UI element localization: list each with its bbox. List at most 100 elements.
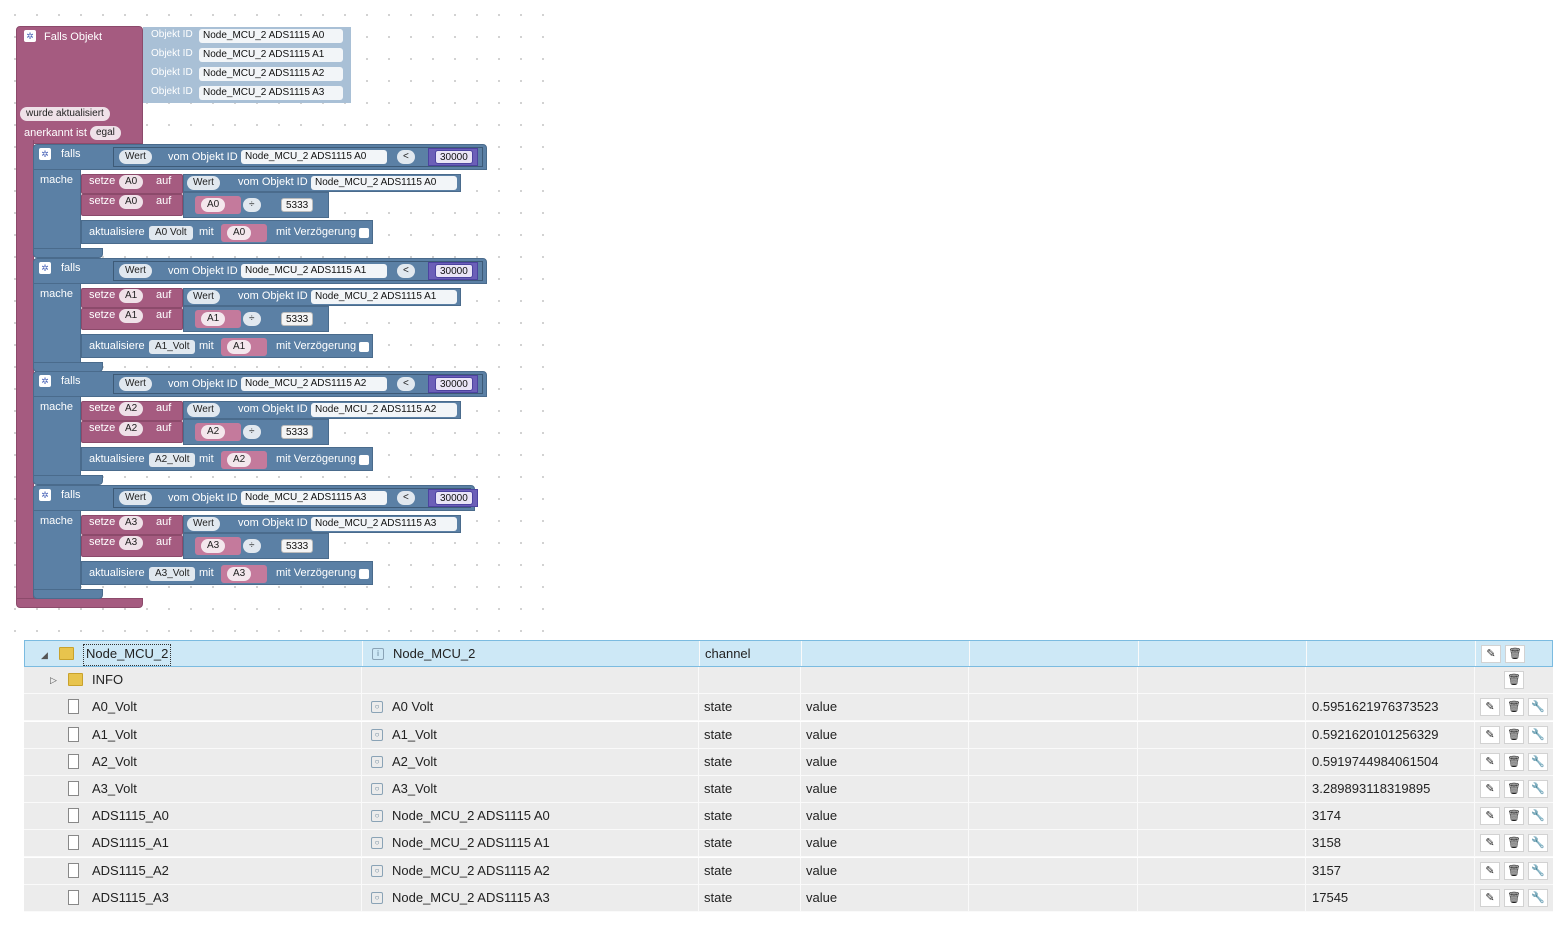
table-row[interactable]: ADS1115_A2 ○ Node_MCU_2 ADS1115 A2 state…: [24, 857, 1553, 885]
divisor-value[interactable]: 5333: [281, 539, 314, 553]
table-row[interactable]: A1_Volt ○ A1_Volt state value 0.59216201…: [24, 721, 1553, 749]
gear-icon[interactable]: ✲: [24, 30, 36, 42]
row-value[interactable]: 17545: [1312, 885, 1348, 911]
settings-button[interactable]: 🔧: [1528, 698, 1548, 717]
objekt-id-value[interactable]: Node_MCU_2 ADS1115 A1: [199, 48, 343, 62]
wert-dropdown[interactable]: Wert: [187, 290, 220, 304]
threshold-value[interactable]: 30000: [435, 491, 473, 505]
row-value[interactable]: 3174: [1312, 803, 1341, 829]
threshold-value[interactable]: 30000: [435, 377, 473, 391]
wert-dropdown[interactable]: Wert: [119, 264, 152, 278]
settings-button[interactable]: 🔧: [1528, 861, 1548, 880]
objekt-id-a3[interactable]: Objekt ID Node_MCU_2 ADS1115 A3: [143, 84, 351, 103]
table-row[interactable]: A2_Volt ○ A2_Volt state value 0.59197449…: [24, 748, 1553, 776]
delete-button[interactable]: 🗑: [1504, 752, 1524, 771]
wert-dropdown[interactable]: Wert: [187, 517, 220, 531]
var-dropdown[interactable]: A2: [119, 422, 144, 436]
objekt-id-value[interactable]: Node_MCU_2 ADS1115 A2: [199, 67, 343, 81]
collapse-triangle-icon[interactable]: ◢: [41, 642, 48, 668]
edit-button[interactable]: ✎: [1480, 861, 1500, 880]
var-get-dropdown[interactable]: A2: [201, 425, 226, 439]
target-dropdown[interactable]: A1_Volt: [149, 340, 196, 354]
var-get-dropdown[interactable]: A3: [227, 567, 252, 581]
wert-dropdown[interactable]: Wert: [187, 403, 220, 417]
objekt-id-a1[interactable]: Objekt ID Node_MCU_2 ADS1115 A1: [143, 46, 351, 65]
objekt-id-value[interactable]: Node_MCU_2 ADS1115 A3: [199, 86, 343, 100]
divide-dropdown[interactable]: ÷: [243, 312, 261, 326]
var-dropdown[interactable]: A0: [119, 195, 144, 209]
wert-dropdown[interactable]: Wert: [119, 377, 152, 391]
var-dropdown[interactable]: A2: [119, 402, 144, 416]
row-id[interactable]: ADS1115_A2: [92, 858, 169, 884]
delete-button[interactable]: 🗑: [1504, 725, 1524, 744]
wert-dropdown[interactable]: Wert: [119, 150, 152, 164]
condition-dropdown[interactable]: wurde aktualisiert: [20, 107, 110, 121]
delete-button[interactable]: 🗑: [1504, 780, 1524, 798]
edit-button[interactable]: ✎: [1480, 752, 1500, 771]
divide-dropdown[interactable]: ÷: [243, 539, 261, 553]
row-value[interactable]: 0.5951621976373523: [1312, 694, 1439, 720]
row-value[interactable]: 0.5919744984061504: [1312, 749, 1439, 775]
settings-button[interactable]: 🔧: [1528, 888, 1548, 907]
row-id[interactable]: ADS1115_A1: [92, 830, 169, 856]
delete-button[interactable]: 🗑: [1504, 807, 1524, 826]
var-get-dropdown[interactable]: A2: [227, 453, 252, 467]
oid-field[interactable]: Node_MCU_2 ADS1115 A1: [241, 264, 387, 278]
delay-checkbox[interactable]: [359, 228, 369, 238]
settings-button[interactable]: 🔧: [1528, 752, 1548, 771]
threshold-value[interactable]: 30000: [435, 150, 473, 164]
edit-button[interactable]: ✎: [1480, 725, 1500, 744]
row-id[interactable]: INFO: [92, 667, 123, 693]
delete-button[interactable]: 🗑: [1504, 698, 1524, 717]
settings-button[interactable]: 🔧: [1528, 807, 1548, 826]
wert-dropdown[interactable]: Wert: [187, 176, 220, 190]
row-id[interactable]: A2_Volt: [92, 749, 137, 775]
row-id[interactable]: ADS1115_A0: [92, 803, 169, 829]
operator-dropdown[interactable]: <: [397, 491, 415, 505]
delete-button[interactable]: 🗑: [1504, 888, 1524, 907]
var-get-dropdown[interactable]: A0: [227, 226, 252, 240]
var-get-dropdown[interactable]: A0: [201, 198, 226, 212]
var-get-dropdown[interactable]: A1: [201, 312, 226, 326]
table-row[interactable]: ADS1115_A0 ○ Node_MCU_2 ADS1115 A0 state…: [24, 803, 1553, 831]
objekt-id-value[interactable]: Node_MCU_2 ADS1115 A0: [199, 29, 343, 43]
table-row[interactable]: A3_Volt ○ A3_Volt state value 3.28989311…: [24, 776, 1553, 803]
delete-button[interactable]: 🗑: [1504, 671, 1524, 690]
wert-dropdown[interactable]: Wert: [119, 491, 152, 505]
var-dropdown[interactable]: A3: [119, 516, 144, 530]
objekt-id-a0[interactable]: Objekt ID Node_MCU_2 ADS1115 A0: [143, 27, 351, 46]
target-dropdown[interactable]: A0 Volt: [149, 226, 193, 240]
oid-field[interactable]: Node_MCU_2 ADS1115 A1: [311, 290, 457, 304]
table-row[interactable]: ▷ INFO 🗑: [24, 667, 1553, 695]
row-value[interactable]: 3158: [1312, 830, 1341, 856]
edit-button[interactable]: ✎: [1480, 780, 1500, 798]
operator-dropdown[interactable]: <: [397, 150, 415, 164]
delay-checkbox[interactable]: [359, 455, 369, 465]
row-value[interactable]: 0.5921620101256329: [1312, 722, 1439, 748]
settings-button[interactable]: 🔧: [1528, 780, 1548, 798]
settings-button[interactable]: 🔧: [1528, 725, 1548, 744]
var-dropdown[interactable]: A0: [119, 175, 144, 189]
var-dropdown[interactable]: A1: [119, 309, 144, 323]
divisor-value[interactable]: 5333: [281, 198, 314, 212]
row-id[interactable]: A3_Volt: [92, 776, 137, 802]
table-row[interactable]: ADS1115_A3 ○ Node_MCU_2 ADS1115 A3 state…: [24, 884, 1553, 912]
operator-dropdown[interactable]: <: [397, 377, 415, 391]
edit-button[interactable]: ✎: [1481, 645, 1501, 663]
divisor-value[interactable]: 5333: [281, 425, 314, 439]
table-row[interactable]: ADS1115_A1 ○ Node_MCU_2 ADS1115 A1 state…: [24, 830, 1553, 858]
delay-checkbox[interactable]: [359, 569, 369, 579]
var-get-dropdown[interactable]: A1: [227, 340, 252, 354]
divide-dropdown[interactable]: ÷: [243, 198, 261, 212]
edit-button[interactable]: ✎: [1480, 834, 1500, 853]
edit-button[interactable]: ✎: [1480, 807, 1500, 826]
edit-button[interactable]: ✎: [1480, 698, 1500, 717]
blockly-workspace[interactable]: ✲ Falls Objekt Objekt ID Node_MCU_2 ADS1…: [0, 0, 545, 636]
delete-button[interactable]: 🗑: [1504, 834, 1524, 853]
ack-dropdown[interactable]: egal: [90, 126, 121, 140]
var-dropdown[interactable]: A1: [119, 289, 144, 303]
row-id[interactable]: ADS1115_A3: [92, 885, 169, 911]
row-value[interactable]: 3157: [1312, 858, 1341, 884]
row-value[interactable]: 3.289893118319895: [1312, 776, 1430, 802]
table-row[interactable]: A0_Volt ○ A0 Volt state value 0.59516219…: [24, 694, 1553, 722]
